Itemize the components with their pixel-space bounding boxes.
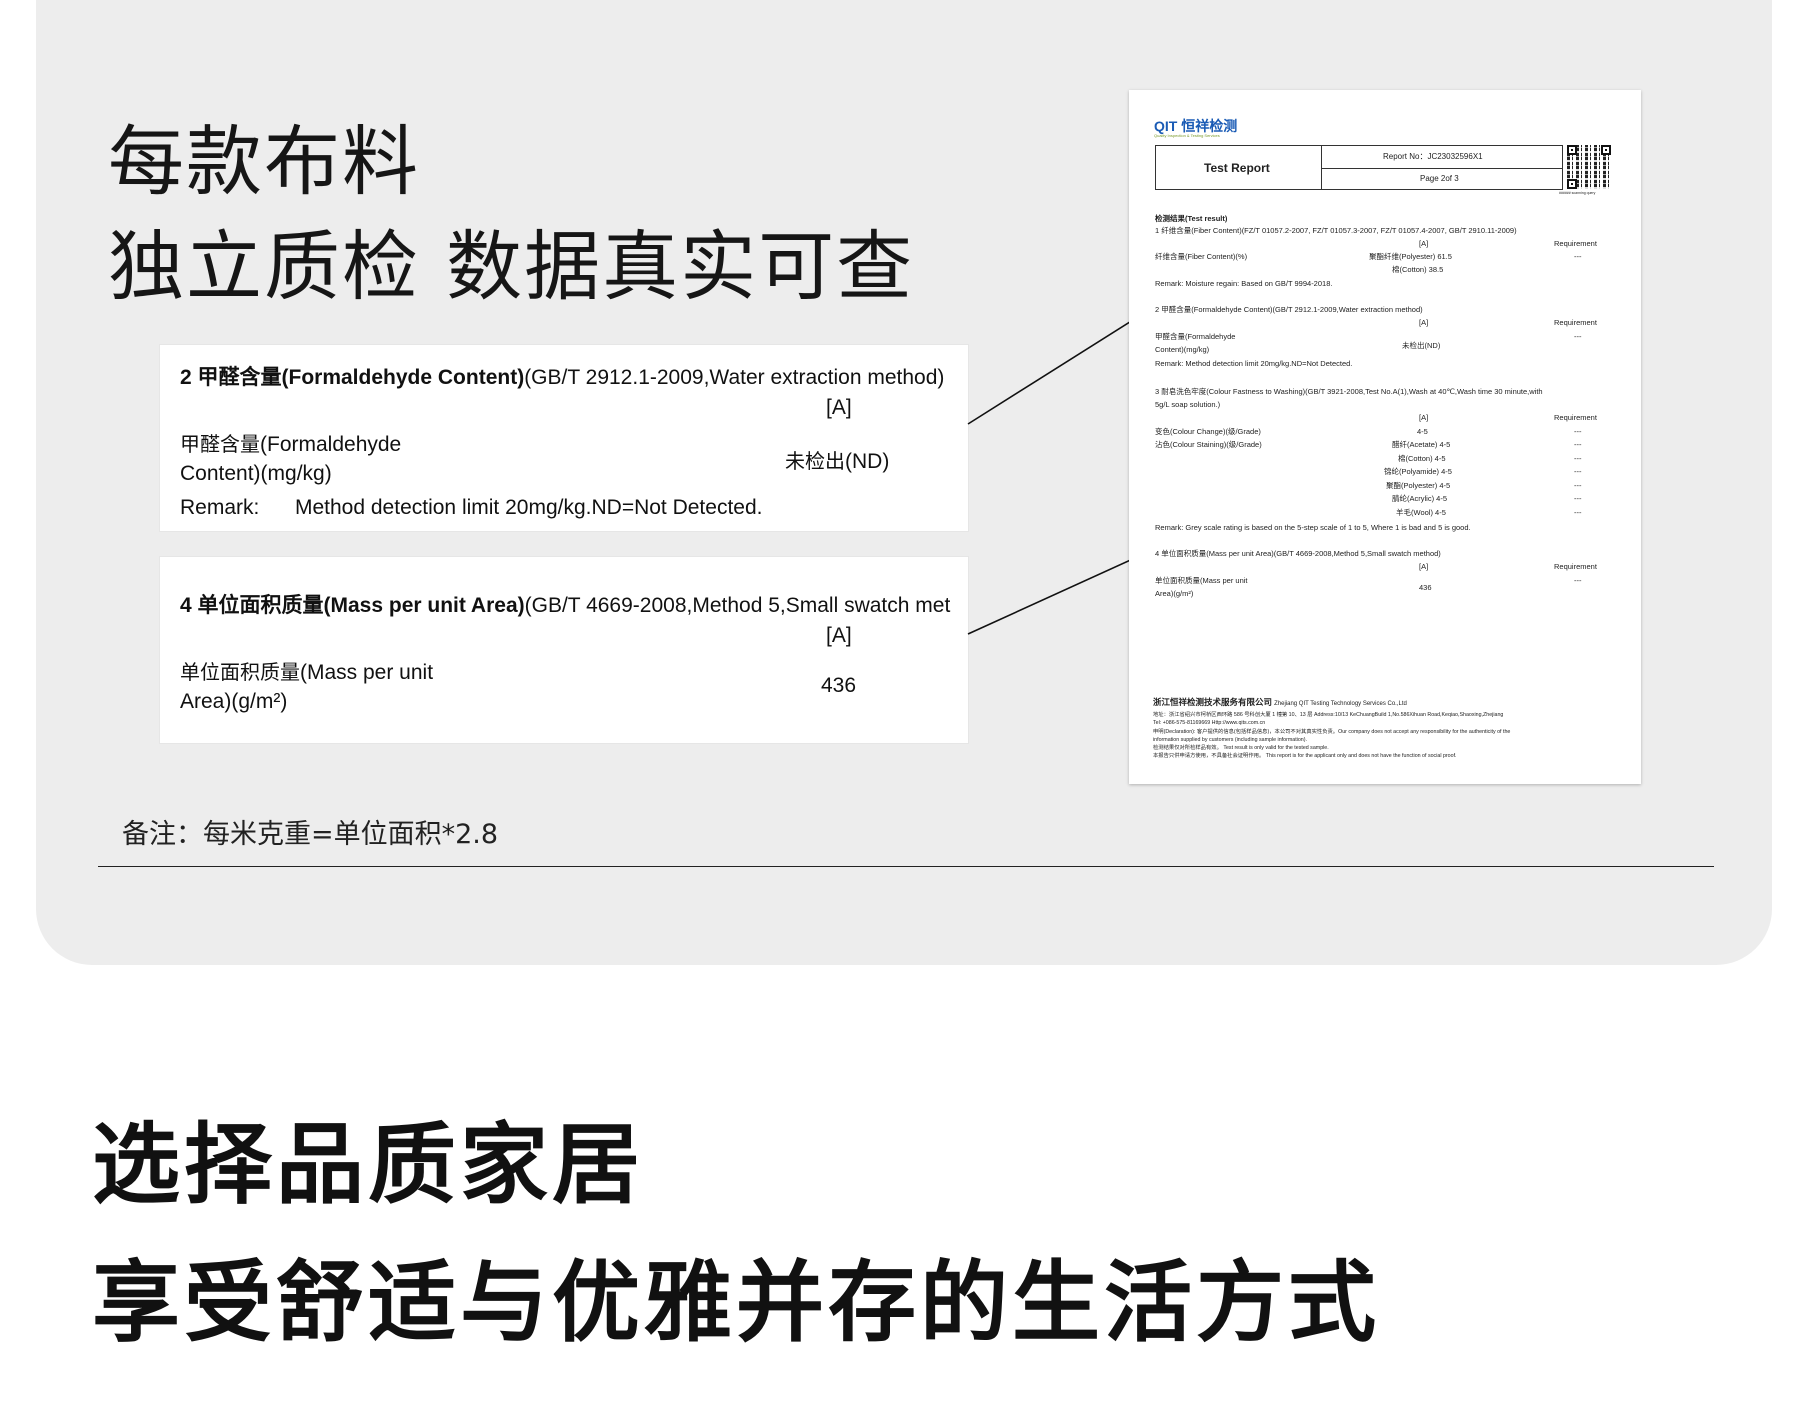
s2-item-line1: 甲醛含量(Formaldehyde xyxy=(1155,332,1236,341)
s1-dash: --- xyxy=(1574,252,1582,261)
s4-dash: --- xyxy=(1574,576,1582,585)
s1-requirement: Requirement xyxy=(1554,239,1597,248)
s1-remark: Remark: Moisture regain: Based on GB/T 9… xyxy=(1155,279,1333,288)
s3-value: 羊毛(Wool) 4-5 xyxy=(1396,508,1446,517)
report-no-cell: Report No：JC23032596X1 xyxy=(1321,146,1562,169)
s3-value: 棉(Cotton) 4-5 xyxy=(1398,454,1446,463)
footer-declaration-3: 检测结果仅对所检样品有效。 Test result is only valid … xyxy=(1153,745,1329,751)
s3-value: 锦纶(Polyamide) 4-5 xyxy=(1384,467,1452,476)
result-heading: 检测结果(Test result) xyxy=(1155,214,1228,223)
s4-item-line1: 单位面积质量(Mass per unit xyxy=(1155,576,1248,585)
report-title-cell: Test Report xyxy=(1156,146,1322,189)
s3-requirement: Requirement xyxy=(1554,413,1597,422)
s2-dash: --- xyxy=(1574,332,1582,341)
s1-value-polyester: 聚酯纤维(Polyester) 61.5 xyxy=(1369,252,1452,261)
s3-value: 聚酯(Polyester) 4-5 xyxy=(1386,481,1451,490)
s3-dash: --- xyxy=(1574,440,1582,449)
test-report-title: Test Report xyxy=(1204,161,1270,175)
report-header-table: Test Report Report No：JC23032596X1 Page … xyxy=(1155,145,1563,190)
s1-col-a: [A] xyxy=(1419,239,1429,248)
s3-title-line1: 3 耐皂洗色牢度(Colour Fastness to Washing)(GB/… xyxy=(1155,387,1543,396)
s3-item-colour-change: 变色(Colour Change)(级/Grade) xyxy=(1155,427,1261,436)
s3-dash: --- xyxy=(1574,494,1582,503)
footer-company-en: Zhejiang QIT Testing Technology Services… xyxy=(1274,701,1407,707)
qit-logo-subtitle: Quality Inspection & Testing Services xyxy=(1154,133,1220,138)
s3-value: 腈纶(Acrylic) 4-5 xyxy=(1392,494,1448,503)
s3-dash: --- xyxy=(1574,427,1582,436)
tagline-line1: 选择品质家居 xyxy=(92,1113,645,1216)
report-number: Report No：JC23032596X1 xyxy=(1383,152,1483,161)
divider-line xyxy=(98,866,1714,867)
footer-tel: Tel: +086-575-81169669 Http://www.qits.c… xyxy=(1153,720,1266,726)
s3-title-line2: 5g/L soap solution.) xyxy=(1155,400,1221,409)
s2-value: 未检出(ND) xyxy=(1402,341,1441,350)
footer-address: 地址：浙江省绍兴市柯桥区西环路 586 号科创大厦 1 幢第 10、13 层 A… xyxy=(1153,712,1504,718)
footer-declaration-1: 申明(Declaration): 客户提供的信息(包括样品信息)，本公司不对其真… xyxy=(1153,729,1511,735)
tagline-line2: 享受舒适与优雅并存的生活方式 xyxy=(92,1251,1381,1354)
connector-line-mass xyxy=(967,552,1147,635)
test-report-document: QIT 恒祥检测 Quality Inspection & Testing Se… xyxy=(1129,90,1641,784)
s3-dash: --- xyxy=(1574,467,1582,476)
s3-item-colour-staining: 沾色(Colour Staining)(级/Grade) xyxy=(1155,440,1262,449)
s3-col-a: [A] xyxy=(1419,413,1429,422)
s3-remark: Remark: Grey scale rating is based on th… xyxy=(1155,523,1471,532)
s2-col-a: [A] xyxy=(1419,318,1429,327)
s3-dash: --- xyxy=(1574,454,1582,463)
s4-value: 436 xyxy=(1419,583,1432,592)
footer-declaration-2: information supplied by customers (inclu… xyxy=(1153,737,1307,743)
s3-dash: --- xyxy=(1574,481,1582,490)
footer-company: 浙江恒祥检测技术服务有限公司 Zhejiang QIT Testing Tech… xyxy=(1153,698,1407,708)
s1-item: 纤维含量(Fiber Content)(%) xyxy=(1155,252,1248,261)
s4-col-a: [A] xyxy=(1419,562,1429,571)
s2-requirement: Requirement xyxy=(1554,318,1597,327)
s1-value-cotton: 棉(Cotton) 38.5 xyxy=(1392,265,1444,274)
s3-value: 4-5 xyxy=(1417,427,1428,436)
connector-line-formaldehyde xyxy=(967,307,1153,425)
qr-caption: ###### scanning query xyxy=(1559,191,1596,195)
s2-title: 2 甲醛含量(Formaldehyde Content)(GB/T 2912.1… xyxy=(1155,305,1423,314)
report-page: Page 2of 3 xyxy=(1420,174,1459,183)
s3-value: 醋纤(Acetate) 4-5 xyxy=(1392,440,1451,449)
s4-title: 4 单位面积质量(Mass per unit Area)(GB/T 4669-2… xyxy=(1155,549,1441,558)
s4-item-line2: Area)(g/m²) xyxy=(1155,589,1194,598)
qr-code-icon xyxy=(1567,145,1611,189)
footer-declaration-4: 本报告只供申请方使用，不具备社会证明作用。 This report is for… xyxy=(1153,753,1457,759)
s2-item-line2: Content)(mg/kg) xyxy=(1155,345,1210,354)
s4-requirement: Requirement xyxy=(1554,562,1597,571)
s3-dash: --- xyxy=(1574,508,1582,517)
note-text: 备注：每米克重=单位面积*2.8 xyxy=(122,819,499,850)
s2-remark: Remark: Method detection limit 20mg/kg.N… xyxy=(1155,359,1353,368)
s1-title: 1 纤维含量(Fiber Content)(FZ/T 01057.2-2007,… xyxy=(1155,226,1517,235)
